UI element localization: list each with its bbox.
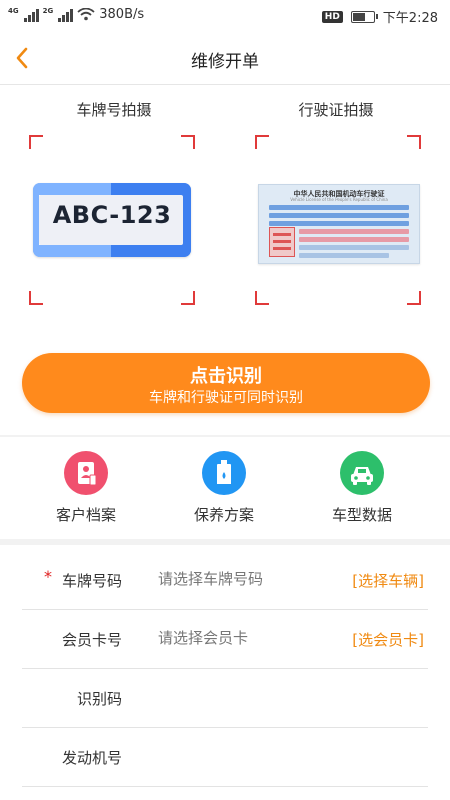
- frame-corner: [255, 291, 269, 305]
- plate-number-label: 车牌号码: [61, 572, 122, 590]
- select-vehicle-link[interactable]: [选择车辆]: [352, 570, 424, 591]
- clock: 下午2:28: [382, 11, 438, 26]
- license-scan-frame[interactable]: 中华人民共和国机动车行驶证 Vehicle License of the Peo…: [255, 135, 421, 305]
- license-plate-image: ABC-123: [33, 183, 191, 257]
- engine-number-label: 发动机号: [61, 749, 122, 767]
- member-card-label: 会员卡号: [61, 631, 122, 649]
- wifi-icon: [77, 8, 95, 21]
- oil-bottle-icon: [202, 451, 246, 495]
- required-mark: *: [44, 567, 52, 586]
- frame-corner: [29, 291, 43, 305]
- signal-icon: [23, 8, 39, 22]
- quick-actions: 客户档案 保养方案 车型数据: [0, 437, 450, 539]
- engine-number-input[interactable]: [158, 743, 338, 769]
- signal-icon-2: [58, 8, 74, 22]
- member-card-row: 会员卡号 [选会员卡]: [22, 610, 428, 669]
- network-type-1: 4G: [8, 7, 19, 15]
- network-type-2: 2G: [42, 7, 54, 15]
- vin-label: 识别码: [76, 690, 122, 708]
- frame-corner: [255, 135, 269, 149]
- plate-number-input[interactable]: [158, 566, 338, 592]
- customer-file-label: 客户档案: [55, 506, 116, 524]
- car-icon: [340, 451, 384, 495]
- frame-corner: [29, 135, 43, 149]
- recognize-button[interactable]: 点击识别 车牌和行驶证可同时识别: [22, 353, 430, 413]
- network-speed: 380B/s: [99, 7, 145, 22]
- frame-corner: [407, 135, 421, 149]
- plate-scan-label: 车牌号拍摄: [76, 101, 152, 119]
- plate-scan-frame[interactable]: ABC-123: [29, 135, 195, 305]
- license-card-subtitle: Vehicle License of the People's Republic…: [290, 197, 388, 202]
- hd-badge: HD: [321, 10, 343, 23]
- customer-file-button[interactable]: 客户档案: [26, 451, 146, 525]
- engine-number-row: 发动机号: [22, 728, 428, 787]
- page-title: 维修开单: [191, 52, 259, 72]
- member-card-input[interactable]: [158, 625, 338, 651]
- nav-bar: 维修开单: [0, 32, 450, 85]
- driving-license-image: 中华人民共和国机动车行驶证 Vehicle License of the Peo…: [258, 184, 420, 264]
- select-member-card-link[interactable]: [选会员卡]: [352, 629, 424, 650]
- battery-icon: [350, 10, 378, 23]
- maintenance-plan-button[interactable]: 保养方案: [164, 451, 284, 525]
- plate-number-row: * 车牌号码 [选择车辆]: [22, 551, 428, 610]
- scan-section: 车牌号拍摄 行驶证拍摄 ABC-123 中华人民共和国机动车行驶证 Vehicl…: [0, 85, 450, 435]
- recognize-button-subtitle: 车牌和行驶证可同时识别: [149, 390, 303, 406]
- maintenance-plan-label: 保养方案: [193, 506, 254, 524]
- plate-number-text: ABC-123: [52, 201, 172, 229]
- vin-input[interactable]: [158, 684, 338, 710]
- vehicle-data-label: 车型数据: [331, 506, 392, 524]
- recognize-button-title: 点击识别: [190, 366, 262, 387]
- license-scan-label: 行驶证拍摄: [298, 101, 374, 119]
- order-form: * 车牌号码 [选择车辆] 会员卡号 [选会员卡] 识别码 发动机号: [0, 545, 450, 800]
- vehicle-data-button[interactable]: 车型数据: [302, 451, 422, 525]
- frame-corner: [181, 135, 195, 149]
- status-bar: 4G 2G 380B/s HD 下午2:28: [0, 0, 450, 32]
- customer-file-icon: [64, 451, 108, 495]
- vin-row: 识别码: [22, 669, 428, 728]
- frame-corner: [407, 291, 421, 305]
- frame-corner: [181, 291, 195, 305]
